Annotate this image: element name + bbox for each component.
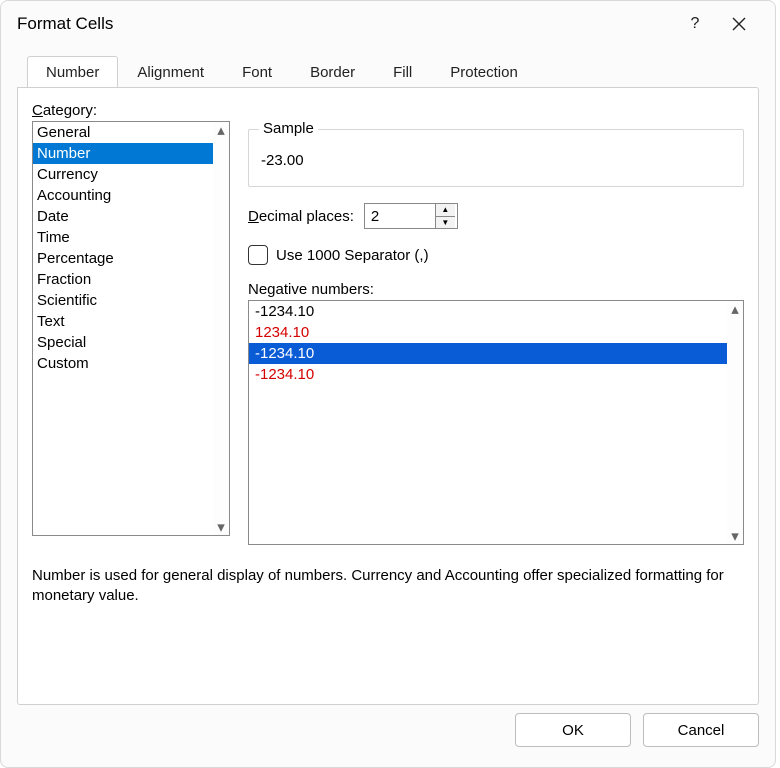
tabstrip: NumberAlignmentFontBorderFillProtection — [27, 55, 759, 87]
dialog-body: NumberAlignmentFontBorderFillProtection … — [17, 55, 759, 751]
tab-number[interactable]: Number — [27, 56, 118, 88]
tab-panel-number: Category: GeneralNumberCurrencyAccountin… — [17, 87, 759, 705]
sample-legend: Sample — [259, 120, 318, 137]
category-item[interactable]: Scientific — [33, 290, 213, 311]
titlebar: Format Cells ? — [1, 1, 775, 47]
ok-button[interactable]: OK — [515, 713, 631, 747]
decimal-places-spinner[interactable]: ▲ ▼ — [364, 203, 458, 229]
decimal-places-input[interactable] — [365, 204, 435, 228]
category-item[interactable]: Custom — [33, 353, 213, 374]
category-item[interactable]: Special — [33, 332, 213, 353]
category-label: Category: — [32, 102, 744, 119]
sample-group: Sample -23.00 — [248, 129, 744, 187]
negative-format-item[interactable]: -1234.10 — [249, 301, 727, 322]
category-item[interactable]: General — [33, 122, 213, 143]
thousands-separator-row: Use 1000 Separator (,) — [248, 245, 744, 265]
category-scrollbar[interactable]: ▴ ▾ — [213, 122, 229, 535]
scroll-up-icon[interactable]: ▴ — [727, 301, 743, 317]
category-item[interactable]: Fraction — [33, 269, 213, 290]
category-item[interactable]: Time — [33, 227, 213, 248]
scroll-down-icon[interactable]: ▾ — [727, 528, 743, 544]
description-text: Number is used for general display of nu… — [32, 566, 744, 607]
decimal-places-row: Decimal places: ▲ ▼ — [248, 203, 744, 229]
cancel-button[interactable]: Cancel — [643, 713, 759, 747]
spinner-down-button[interactable]: ▼ — [436, 217, 455, 229]
decimal-places-label: Decimal places: — [248, 208, 354, 225]
negative-scrollbar[interactable]: ▴ ▾ — [727, 301, 743, 544]
negative-numbers-listbox[interactable]: -1234.101234.10-1234.10-1234.10 ▴ ▾ — [248, 300, 744, 545]
negative-numbers-label: Negative numbers: — [248, 281, 744, 298]
columns: GeneralNumberCurrencyAccountingDateTimeP… — [32, 121, 744, 545]
negative-format-item[interactable]: -1234.10 — [249, 364, 727, 385]
scroll-down-icon[interactable]: ▾ — [213, 519, 229, 535]
help-button[interactable]: ? — [673, 8, 717, 40]
close-button[interactable] — [717, 8, 761, 40]
sample-value: -23.00 — [261, 130, 731, 169]
scroll-up-icon[interactable]: ▴ — [213, 122, 229, 138]
dialog-footer: OK Cancel — [515, 713, 759, 747]
tab-alignment[interactable]: Alignment — [118, 56, 223, 88]
help-icon: ? — [691, 15, 700, 33]
close-icon — [732, 17, 746, 31]
tab-border[interactable]: Border — [291, 56, 374, 88]
settings-pane: Sample -23.00 Decimal places: ▲ ▼ — [248, 121, 744, 545]
category-item[interactable]: Currency — [33, 164, 213, 185]
tab-protection[interactable]: Protection — [431, 56, 537, 88]
tab-font[interactable]: Font — [223, 56, 291, 88]
dialog-title: Format Cells — [17, 14, 673, 34]
thousands-separator-label: Use 1000 Separator (,) — [276, 247, 429, 264]
spinner-up-button[interactable]: ▲ — [436, 204, 455, 217]
category-item[interactable]: Date — [33, 206, 213, 227]
category-listbox[interactable]: GeneralNumberCurrencyAccountingDateTimeP… — [32, 121, 230, 536]
category-item[interactable]: Text — [33, 311, 213, 332]
category-item[interactable]: Percentage — [33, 248, 213, 269]
tab-fill[interactable]: Fill — [374, 56, 431, 88]
category-item[interactable]: Accounting — [33, 185, 213, 206]
category-item[interactable]: Number — [33, 143, 213, 164]
negative-format-item[interactable]: 1234.10 — [249, 322, 727, 343]
thousands-separator-checkbox[interactable] — [248, 245, 268, 265]
negative-format-item[interactable]: -1234.10 — [249, 343, 727, 364]
format-cells-dialog: Format Cells ? NumberAlignmentFontBorder… — [0, 0, 776, 768]
